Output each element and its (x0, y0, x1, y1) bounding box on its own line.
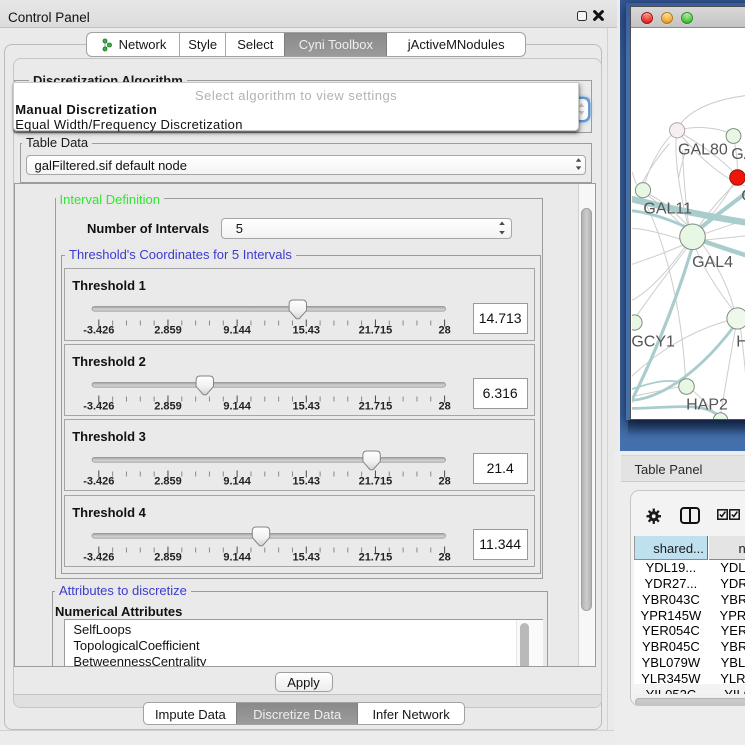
svg-text:GAL11: GAL11 (643, 200, 692, 217)
svg-text:HAP2: HAP2 (686, 396, 728, 413)
svg-text:GA: GA (731, 146, 745, 163)
svg-text:2.859: 2.859 (154, 400, 182, 412)
svg-text:GAL80: GAL80 (678, 141, 728, 158)
svg-text:28: 28 (439, 475, 451, 487)
svg-text:GAL4: GAL4 (692, 253, 733, 270)
svg-text:2.859: 2.859 (154, 475, 182, 487)
svg-text:9.144: 9.144 (224, 551, 252, 563)
svg-text:15.43: 15.43 (293, 325, 321, 337)
svg-text:28: 28 (439, 551, 451, 563)
svg-text:-3.426: -3.426 (83, 551, 114, 563)
svg-text:9.144: 9.144 (224, 400, 252, 412)
svg-text:9.144: 9.144 (224, 475, 252, 487)
svg-text:-3.426: -3.426 (83, 475, 114, 487)
svg-text:28: 28 (439, 325, 451, 337)
svg-text:H: H (736, 333, 745, 350)
svg-text:21.715: 21.715 (359, 325, 393, 337)
svg-text:2.859: 2.859 (154, 325, 182, 337)
svg-text:21.715: 21.715 (359, 400, 393, 412)
svg-text:-3.426: -3.426 (83, 400, 114, 412)
svg-text:-3.426: -3.426 (83, 325, 114, 337)
svg-text:C: C (741, 187, 745, 204)
svg-text:28: 28 (439, 400, 451, 412)
svg-text:15.43: 15.43 (293, 475, 321, 487)
svg-text:21.715: 21.715 (359, 551, 393, 563)
svg-text:GCY1: GCY1 (632, 333, 675, 350)
svg-text:9.144: 9.144 (224, 325, 252, 337)
svg-text:21.715: 21.715 (359, 475, 393, 487)
svg-text:15.43: 15.43 (293, 551, 321, 563)
svg-text:2.859: 2.859 (154, 551, 182, 563)
svg-text:15.43: 15.43 (293, 400, 321, 412)
